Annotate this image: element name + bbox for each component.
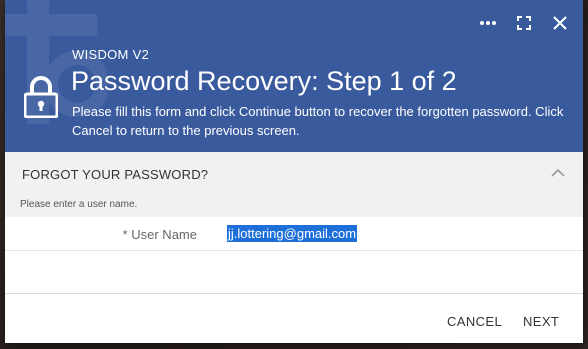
close-icon[interactable]	[551, 14, 569, 32]
user-name-field[interactable]: jj.lottering@gmail.com	[227, 225, 358, 242]
maximize-icon[interactable]	[515, 14, 533, 32]
user-name-row: * User Name jj.lottering@gmail.com	[5, 218, 583, 251]
lock-icon	[24, 76, 58, 118]
footer-divider	[5, 293, 583, 294]
user-name-label: * User Name	[122, 227, 197, 242]
password-recovery-dialog: WISDOM V2 Password Recovery: Step 1 of 2…	[5, 0, 583, 343]
forgot-password-section: FORGOT YOUR PASSWORD? Please enter a use…	[5, 152, 583, 217]
section-hint: Please enter a user name.	[20, 199, 138, 210]
chevron-up-icon[interactable]	[551, 168, 565, 178]
section-title: FORGOT YOUR PASSWORD?	[22, 167, 209, 182]
more-icon[interactable]	[479, 14, 497, 32]
cancel-button[interactable]: CANCEL	[441, 310, 508, 333]
dialog-description: Please fill this form and click Continue…	[72, 104, 564, 138]
window-controls	[479, 14, 569, 32]
dialog-header: WISDOM V2 Password Recovery: Step 1 of 2…	[5, 0, 583, 152]
dialog-title: Password Recovery: Step 1 of 2	[71, 66, 457, 96]
next-button[interactable]: NEXT	[517, 310, 565, 333]
app-name: WISDOM V2	[72, 47, 150, 62]
